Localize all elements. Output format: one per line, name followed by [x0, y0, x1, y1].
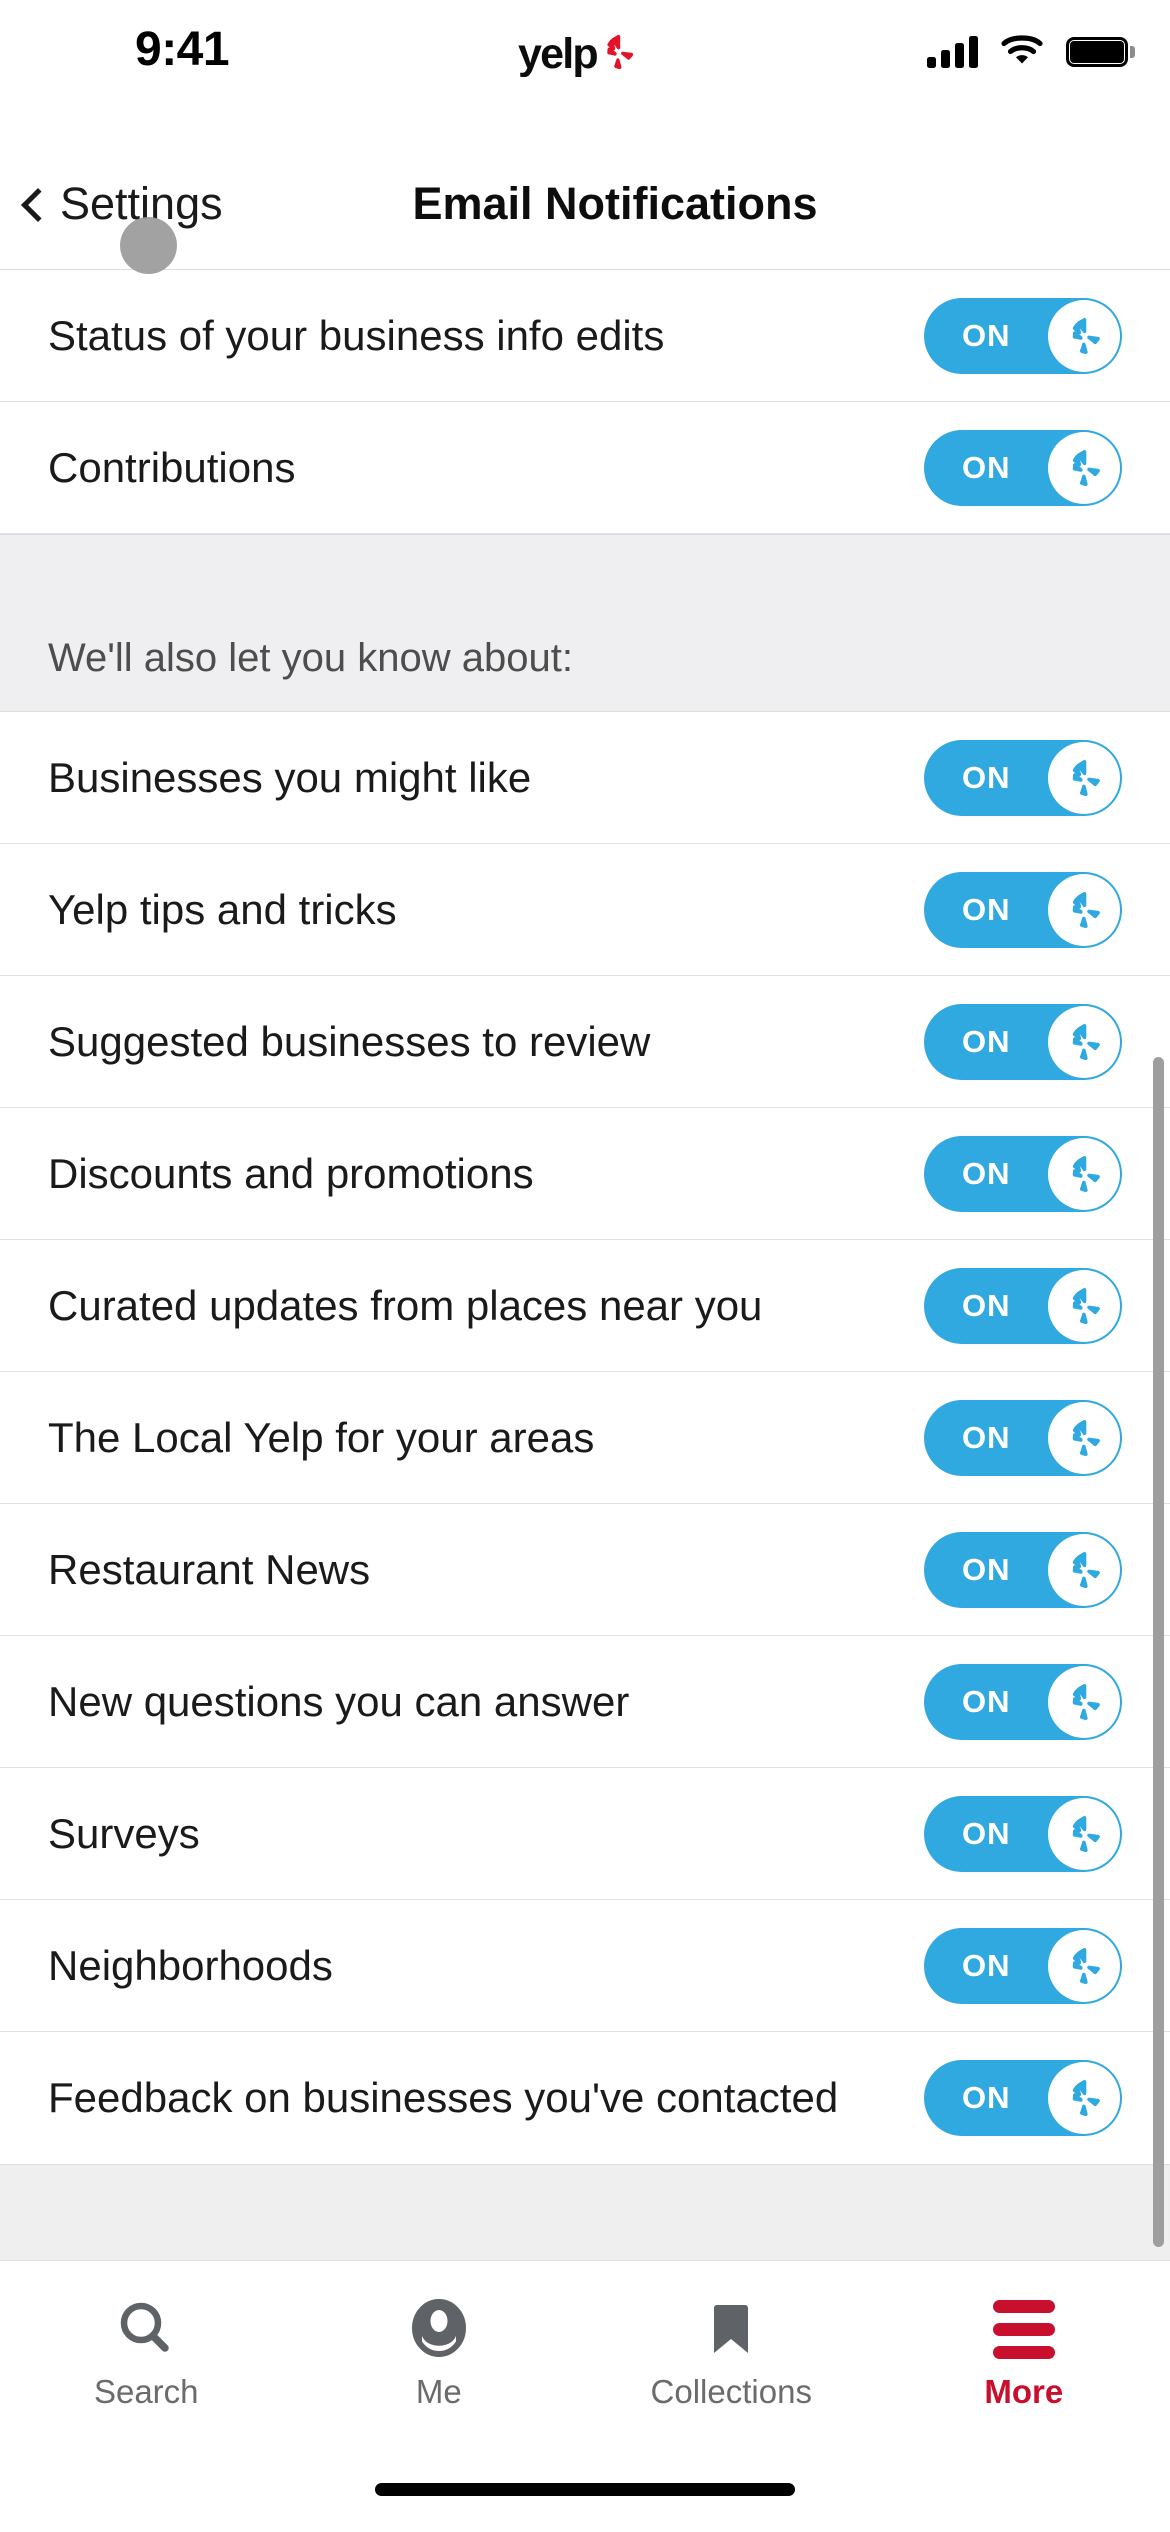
toggle-knob [1048, 741, 1120, 814]
table-row[interactable]: New questions you can answer ON [0, 1636, 1170, 1768]
status-bar: 9:41 yelp [0, 0, 1170, 100]
toggle-switch[interactable]: ON [924, 429, 1122, 506]
list-item-label: The Local Yelp for your areas [48, 1413, 595, 1461]
toggle-state-label: ON [962, 1023, 1011, 1059]
status-bar-indicators [927, 30, 1135, 74]
toggle-knob [1048, 873, 1120, 946]
tab-label: More [984, 2373, 1064, 2410]
toggle-state-label: ON [962, 2080, 1011, 2115]
list-item-label: Discounts and promotions [48, 1149, 534, 1197]
battery-full-icon [1066, 37, 1135, 67]
table-row[interactable]: Feedback on businesses you've contacted O… [0, 2032, 1170, 2164]
list-item-label: Yelp tips and tricks [48, 885, 397, 933]
toggle-switch[interactable]: ON [924, 1267, 1122, 1344]
toggle-state-label: ON [962, 1155, 1011, 1191]
status-bar-time: 9:41 [135, 23, 230, 76]
notification-rows: Businesses you might like ON Yelp tips and… [0, 712, 1170, 2164]
navigation-header: Settings Email Notifications [0, 100, 1170, 270]
list-item-label: Neighborhoods [48, 1941, 333, 1989]
toggle-knob [1048, 1665, 1120, 1738]
table-row[interactable]: Neighborhoods ON [0, 1900, 1170, 2032]
table-row[interactable]: The Local Yelp for your areas ON [0, 1372, 1170, 1504]
toggle-knob [1048, 1137, 1120, 1210]
yelp-wordmark: yelp [518, 30, 599, 78]
wifi-icon [1000, 33, 1044, 71]
page-title: Email Notifications [412, 178, 818, 229]
list-item-label: Suggested businesses to review [48, 1017, 651, 1065]
toggle-knob [1048, 2062, 1120, 2134]
section-header: We'll also let you know about: [0, 534, 1170, 712]
list-item-label: Feedback on businesses you've contacted [48, 2074, 839, 2122]
toggle-switch[interactable]: ON [924, 1795, 1122, 1872]
list-item-label: Contributions [48, 443, 296, 491]
toggle-switch[interactable]: ON [924, 1531, 1122, 1608]
toggle-knob [1048, 299, 1120, 372]
list-item-label: Curated updates from places near you [48, 1281, 763, 1329]
toggle-knob [1048, 1533, 1120, 1606]
toggle-switch[interactable]: ON [924, 2060, 1122, 2136]
tab-label: Search [93, 2373, 199, 2410]
toggle-switch[interactable]: ON [924, 1663, 1122, 1740]
toggle-state-label: ON [962, 1551, 1011, 1587]
toggle-knob [1048, 431, 1120, 504]
yelp-logo: yelp [518, 30, 636, 79]
tab-collections[interactable]: Collections [585, 2261, 878, 2411]
bookmark-icon [699, 2293, 763, 2365]
tab-me[interactable]: Me [293, 2261, 586, 2411]
toggle-state-label: ON [962, 1287, 1011, 1323]
toggle-knob [1048, 1269, 1120, 1342]
cellular-signal-icon [927, 36, 978, 68]
toggle-state-label: ON [962, 1419, 1011, 1455]
toggle-state-label: ON [962, 1683, 1011, 1719]
table-row[interactable]: Surveys ON [0, 1768, 1170, 1900]
email-notifications-list[interactable]: Status of your business info edits ON Co… [0, 270, 1170, 2260]
toggle-switch[interactable]: ON [924, 297, 1122, 374]
list-item-label: Surveys [48, 1809, 200, 1857]
toggle-knob [1048, 1797, 1120, 1870]
table-row[interactable]: Yelp tips and tricks ON [0, 844, 1170, 976]
toggle-state-label: ON [962, 1947, 1011, 1983]
toggle-knob [1048, 1005, 1120, 1078]
table-row[interactable]: Curated updates from places near you ON [0, 1240, 1170, 1372]
list-item-label: Status of your business info edits [48, 311, 665, 359]
search-icon [114, 2293, 178, 2365]
toggle-state-label: ON [962, 449, 1011, 485]
toggle-knob [1048, 1401, 1120, 1474]
toggle-switch[interactable]: ON [924, 1135, 1122, 1212]
vertical-scrollbar[interactable] [1153, 1057, 1164, 2247]
table-row[interactable]: Restaurant News ON [0, 1504, 1170, 1636]
toggle-state-label: ON [962, 759, 1011, 795]
toggle-switch[interactable]: ON [924, 1399, 1122, 1476]
table-row[interactable]: Status of your business info edits ON [0, 270, 1170, 402]
toggle-switch[interactable]: ON [924, 739, 1122, 816]
tab-label: Collections [650, 2373, 812, 2410]
person-icon [407, 2293, 471, 2365]
yelp-burst-icon [600, 33, 636, 76]
toggle-state-label: ON [962, 891, 1011, 927]
section-header-label: We'll also let you know about: [48, 636, 573, 680]
list-bottom-spacer [0, 2164, 1170, 2260]
hamburger-menu-icon [992, 2293, 1055, 2365]
toggle-knob [1048, 1929, 1120, 2002]
table-row[interactable]: Discounts and promotions ON [0, 1108, 1170, 1240]
tab-label: Me [415, 2373, 462, 2410]
tab-search[interactable]: Search [0, 2261, 293, 2411]
toggle-state-label: ON [962, 1815, 1011, 1851]
tab-more[interactable]: More [878, 2261, 1170, 2411]
toggle-switch[interactable]: ON [924, 1927, 1122, 2004]
list-item-label: Restaurant News [48, 1545, 371, 1593]
toggle-switch[interactable]: ON [924, 1003, 1122, 1080]
home-indicator [375, 2483, 795, 2496]
list-item-label: New questions you can answer [48, 1677, 630, 1725]
list-item-label: Businesses you might like [48, 753, 532, 801]
phone-screen: 9:41 yelp Settings Email Notifications S… [0, 0, 1170, 2532]
toggle-state-label: ON [962, 317, 1011, 353]
toggle-switch[interactable]: ON [924, 871, 1122, 948]
table-row[interactable]: Suggested businesses to review ON [0, 976, 1170, 1108]
table-row[interactable]: Contributions ON [0, 402, 1170, 534]
table-row[interactable]: Businesses you might like ON [0, 712, 1170, 844]
